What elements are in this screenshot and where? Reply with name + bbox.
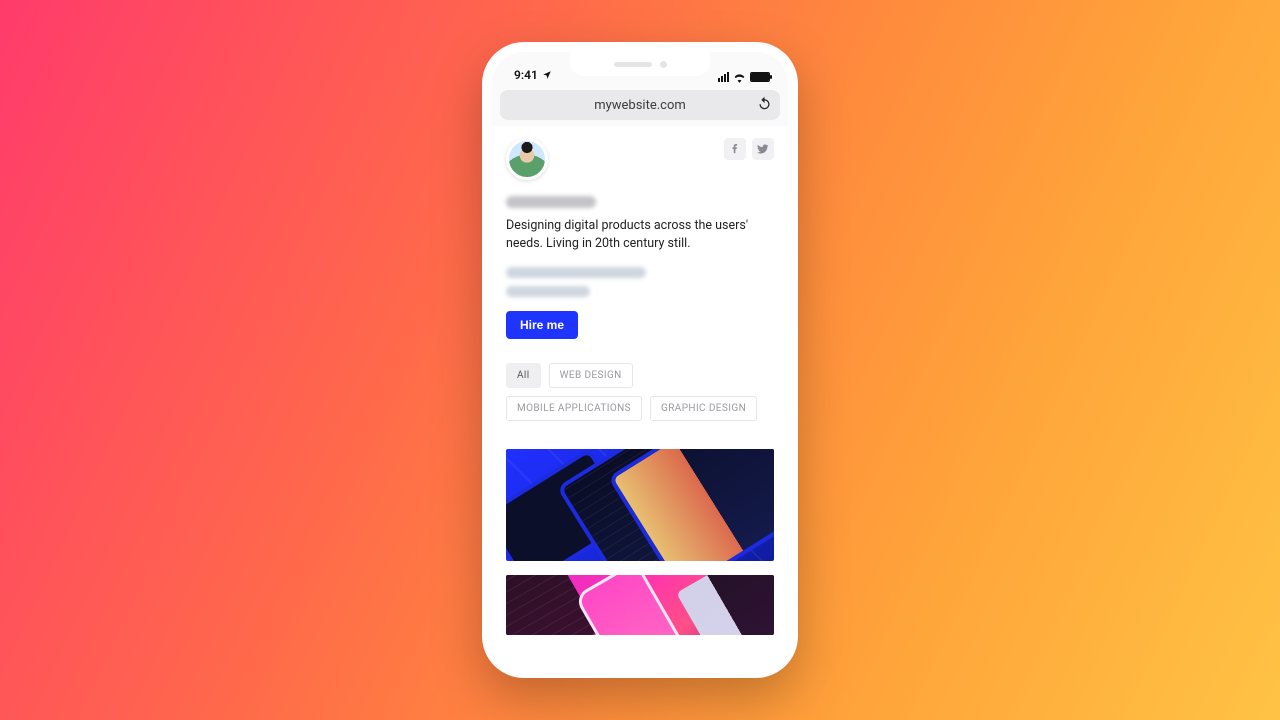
gradient-backdrop: 9:41 mywebsite.com (0, 0, 1280, 720)
card-panel (562, 449, 736, 561)
phone-placeholder (506, 286, 590, 297)
facebook-icon[interactable] (724, 138, 746, 160)
twitter-icon[interactable] (752, 138, 774, 160)
tab-all[interactable]: All (506, 363, 541, 388)
social-links (724, 138, 774, 160)
status-right (718, 72, 770, 82)
location-icon (542, 70, 552, 80)
page-content: Designing digital products across the us… (492, 126, 788, 668)
tab-web-design[interactable]: WEB DESIGN (549, 363, 633, 388)
portfolio-grid (506, 449, 774, 635)
avatar[interactable] (506, 138, 548, 180)
cellular-icon (718, 72, 729, 82)
hire-button[interactable]: Hire me (506, 311, 578, 339)
reload-icon[interactable] (757, 96, 772, 115)
wifi-icon (733, 72, 746, 82)
browser-chrome: mywebsite.com (492, 86, 788, 126)
tab-mobile-applications[interactable]: MOBILE APPLICATIONS (506, 396, 642, 421)
status-time: 9:41 (514, 68, 538, 82)
bio-text: Designing digital products across the us… (506, 217, 774, 253)
filter-tabs: All WEB DESIGN MOBILE APPLICATIONS GRAPH… (506, 363, 774, 421)
status-left: 9:41 (514, 68, 552, 82)
tab-graphic-design[interactable]: GRAPHIC DESIGN (650, 396, 757, 421)
name-placeholder (506, 196, 596, 208)
portfolio-card[interactable] (506, 449, 774, 561)
phone-notch (570, 52, 710, 76)
speaker-slot (614, 62, 652, 67)
card-panel (676, 575, 774, 635)
battery-icon (750, 72, 770, 82)
portfolio-card[interactable] (506, 575, 774, 635)
front-camera (660, 61, 667, 68)
phone-screen: 9:41 mywebsite.com (492, 52, 788, 668)
header-row (506, 138, 774, 180)
url-bar[interactable]: mywebsite.com (500, 90, 780, 120)
phone-frame: 9:41 mywebsite.com (482, 42, 798, 678)
url-text: mywebsite.com (594, 98, 686, 113)
email-placeholder (506, 267, 646, 278)
